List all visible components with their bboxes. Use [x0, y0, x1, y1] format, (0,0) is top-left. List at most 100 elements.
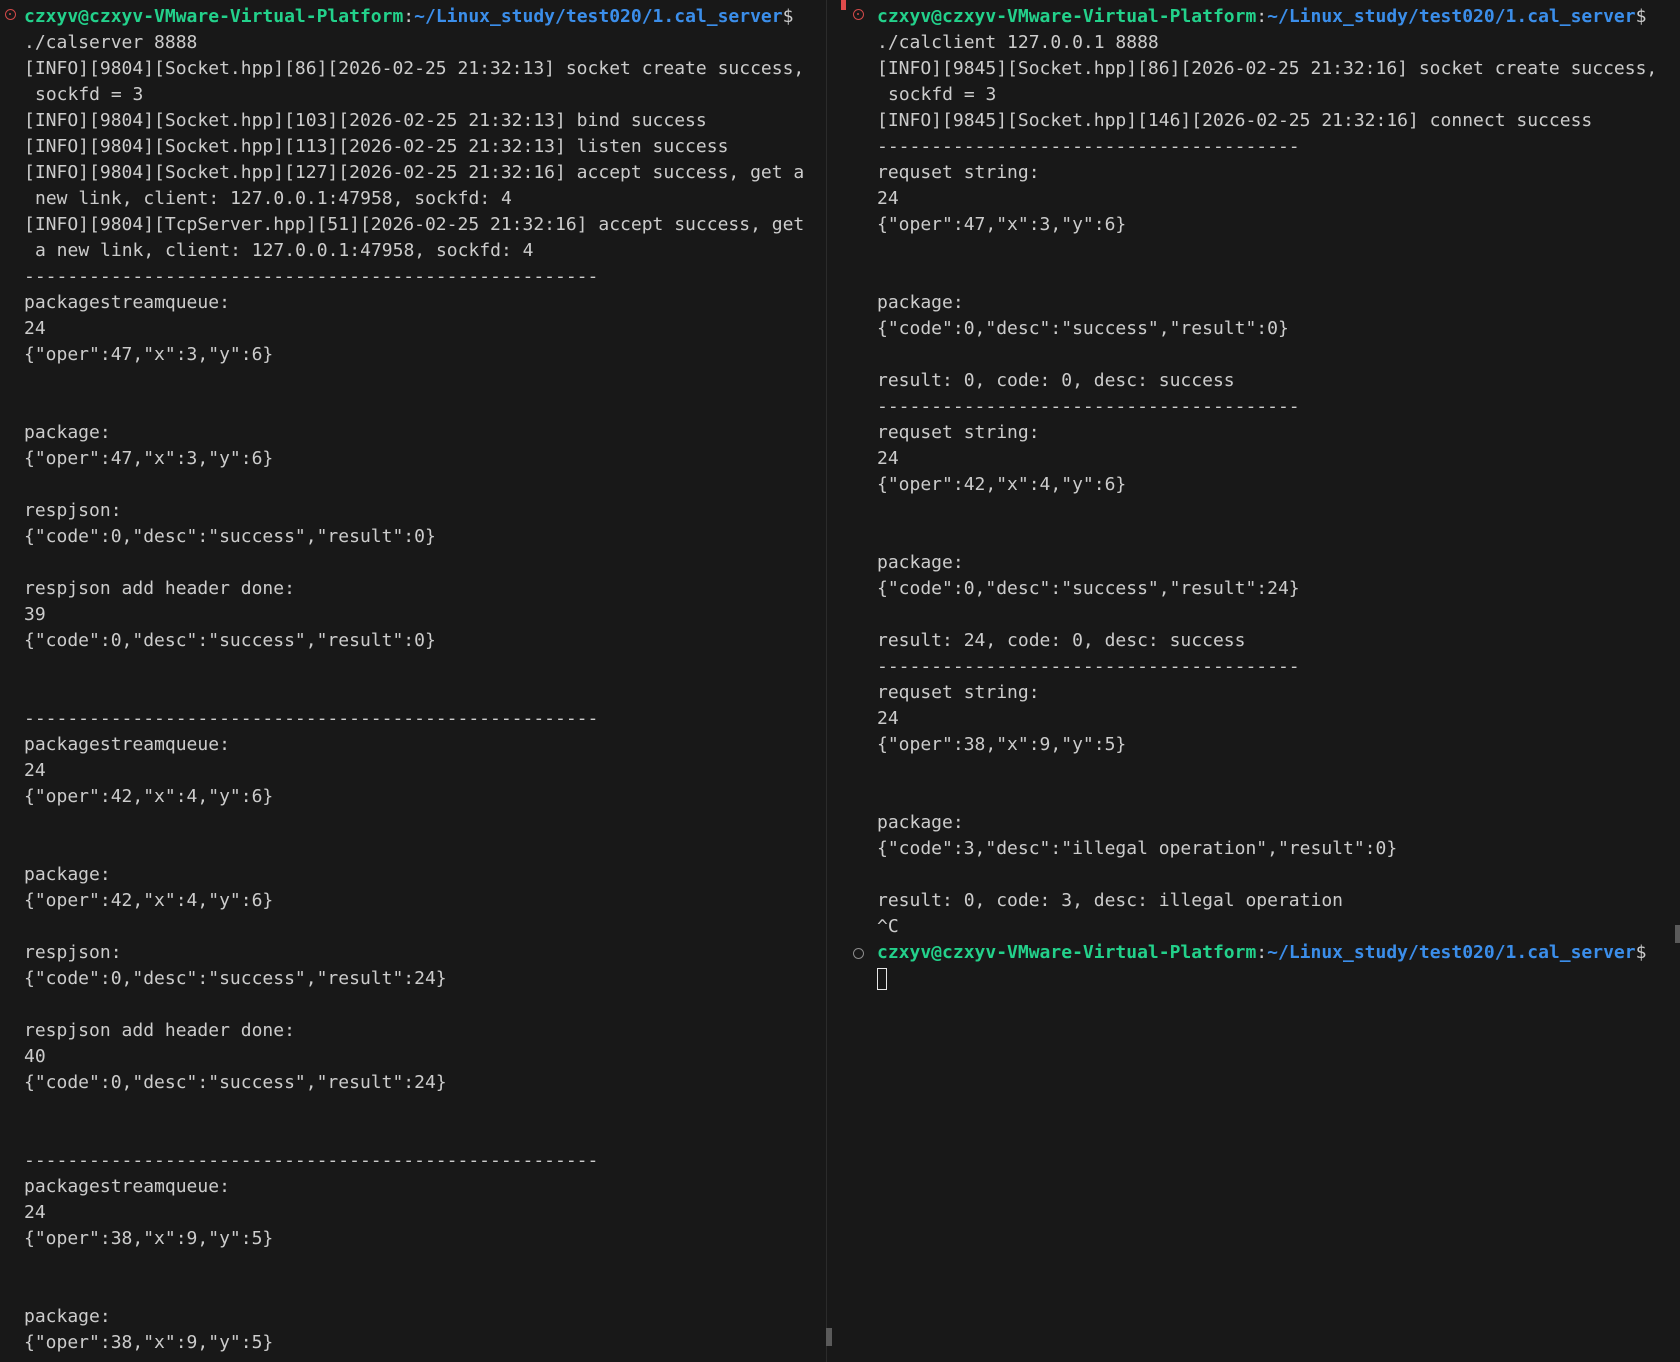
output-line: package:: [24, 422, 111, 443]
pane-divider[interactable]: [826, 0, 848, 1362]
output-line: packagestreamqueue:: [24, 734, 230, 755]
output-line: ^C: [877, 916, 899, 937]
output-line: package:: [877, 292, 964, 313]
output-line: {"code":0,"desc":"success","result":0}: [877, 318, 1289, 339]
output-line: [INFO][9804][Socket.hpp][113][2026-02-25…: [24, 136, 729, 157]
output-line: 24: [877, 448, 899, 469]
output-line: {"oper":42,"x":4,"y":6}: [24, 786, 274, 807]
output-line: 24: [24, 760, 46, 781]
output-line: [INFO][9804][Socket.hpp][103][2026-02-25…: [24, 110, 707, 131]
command-line: ./calserver 8888: [24, 32, 198, 53]
output-line: respjson add header done:: [24, 1020, 295, 1041]
output-line: {"oper":47,"x":3,"y":6}: [24, 344, 274, 365]
output-line: 40: [24, 1046, 46, 1067]
output-line: ----------------------------------------…: [24, 1150, 599, 1171]
output-line: [INFO][9845][Socket.hpp][146][2026-02-25…: [877, 110, 1593, 131]
terminal-pane-client[interactable]: czxyv@czxyv-VMware-Virtual-Platform:~/Li…: [848, 0, 1680, 1362]
terminal-pane-server[interactable]: czxyv@czxyv-VMware-Virtual-Platform:~/Li…: [0, 0, 826, 1362]
output-line: [INFO][9804][TcpServer.hpp][51][2026-02-…: [24, 214, 805, 235]
output-line: 24: [24, 1202, 46, 1223]
command-error-marker-icon[interactable]: [853, 9, 864, 20]
output-line: ---------------------------------------: [877, 136, 1300, 157]
command-success-marker-icon[interactable]: [853, 948, 864, 959]
output-line: sockfd = 3: [888, 84, 997, 105]
output-line: {"oper":38,"x":9,"y":5}: [24, 1332, 274, 1353]
prompt-path: ~/Linux_study/test020/1.cal_server: [1267, 942, 1636, 963]
output-line: {"oper":42,"x":4,"y":6}: [24, 890, 274, 911]
output-line: ---------------------------------------: [877, 396, 1300, 417]
output-line: 39: [24, 604, 46, 625]
active-pane-indicator: [841, 0, 846, 10]
prompt-path: ~/Linux_study/test020/1.cal_server: [1267, 6, 1636, 27]
terminal-output: czxyv@czxyv-VMware-Virtual-Platform:~/Li…: [24, 4, 826, 1356]
prompt-line: czxyv@czxyv-VMware-Virtual-Platform:~/Li…: [877, 940, 1677, 966]
output-line: {"oper":42,"x":4,"y":6}: [877, 474, 1127, 495]
output-line: 24: [24, 318, 46, 339]
output-line: [INFO][9845][Socket.hpp][86][2026-02-25 …: [877, 58, 1658, 79]
output-lines: ./calclient 127.0.0.1 8888 [INFO][9845][S…: [877, 30, 1677, 992]
output-line: new link, client: 127.0.0.1:47958, sockf…: [35, 188, 512, 209]
output-line: respjson:: [24, 500, 122, 521]
output-line: package:: [877, 552, 964, 573]
prompt-dollar: $: [1635, 942, 1647, 963]
output-line: {"code":0,"desc":"success","result":24}: [24, 1072, 447, 1093]
output-line: {"code":0,"desc":"success","result":0}: [24, 526, 436, 547]
output-line: ---------------------------------------: [877, 656, 1300, 677]
prompt-path: ~/Linux_study/test020/1.cal_server: [414, 6, 783, 27]
output-line: result: 24, code: 0, desc: success: [877, 630, 1246, 651]
output-line: respjson add header done:: [24, 578, 295, 599]
output-line: packagestreamqueue:: [24, 292, 230, 313]
output-line: sockfd = 3: [35, 84, 144, 105]
block-cursor-icon[interactable]: [877, 968, 887, 990]
output-line: {"code":0,"desc":"success","result":0}: [24, 630, 436, 651]
output-line: packagestreamqueue:: [24, 1176, 230, 1197]
output-line: result: 0, code: 3, desc: illegal operat…: [877, 890, 1343, 911]
output-line: a new link, client: 127.0.0.1:47958, soc…: [35, 240, 534, 261]
scrollbar-thumb-right[interactable]: [1675, 925, 1680, 943]
output-line: {"code":0,"desc":"success","result":24}: [877, 578, 1300, 599]
output-line: {"oper":38,"x":9,"y":5}: [24, 1228, 274, 1249]
output-line: requset string:: [877, 422, 1040, 443]
output-line: {"code":0,"desc":"success","result":24}: [24, 968, 447, 989]
output-line: [INFO][9804][Socket.hpp][86][2026-02-25 …: [24, 58, 805, 79]
output-line: 24: [877, 188, 899, 209]
output-line: {"oper":47,"x":3,"y":6}: [877, 214, 1127, 235]
scrollbar-thumb-left[interactable]: [826, 1328, 832, 1346]
output-line: {"oper":38,"x":9,"y":5}: [877, 734, 1127, 755]
output-line: result: 0, code: 0, desc: success: [877, 370, 1235, 391]
prompt-line: czxyv@czxyv-VMware-Virtual-Platform:~/Li…: [24, 6, 794, 27]
prompt-user-host: czxyv@czxyv-VMware-Virtual-Platform: [877, 942, 1257, 963]
output-line: ----------------------------------------…: [24, 266, 599, 287]
output-line: package:: [877, 812, 964, 833]
output-lines: ./calserver 8888 [INFO][9804][Socket.hpp]…: [24, 30, 826, 1356]
prompt-line: czxyv@czxyv-VMware-Virtual-Platform:~/Li…: [877, 6, 1647, 27]
terminal-output: czxyv@czxyv-VMware-Virtual-Platform:~/Li…: [877, 4, 1677, 992]
command-error-marker-icon[interactable]: [5, 9, 16, 20]
output-line: requset string:: [877, 162, 1040, 183]
prompt-user-host: czxyv@czxyv-VMware-Virtual-Platform: [24, 6, 404, 27]
output-line: package:: [24, 1306, 111, 1327]
prompt-separator: :: [1256, 942, 1268, 963]
output-line: {"code":3,"desc":"illegal operation","re…: [877, 838, 1398, 859]
output-line: ----------------------------------------…: [24, 708, 599, 729]
